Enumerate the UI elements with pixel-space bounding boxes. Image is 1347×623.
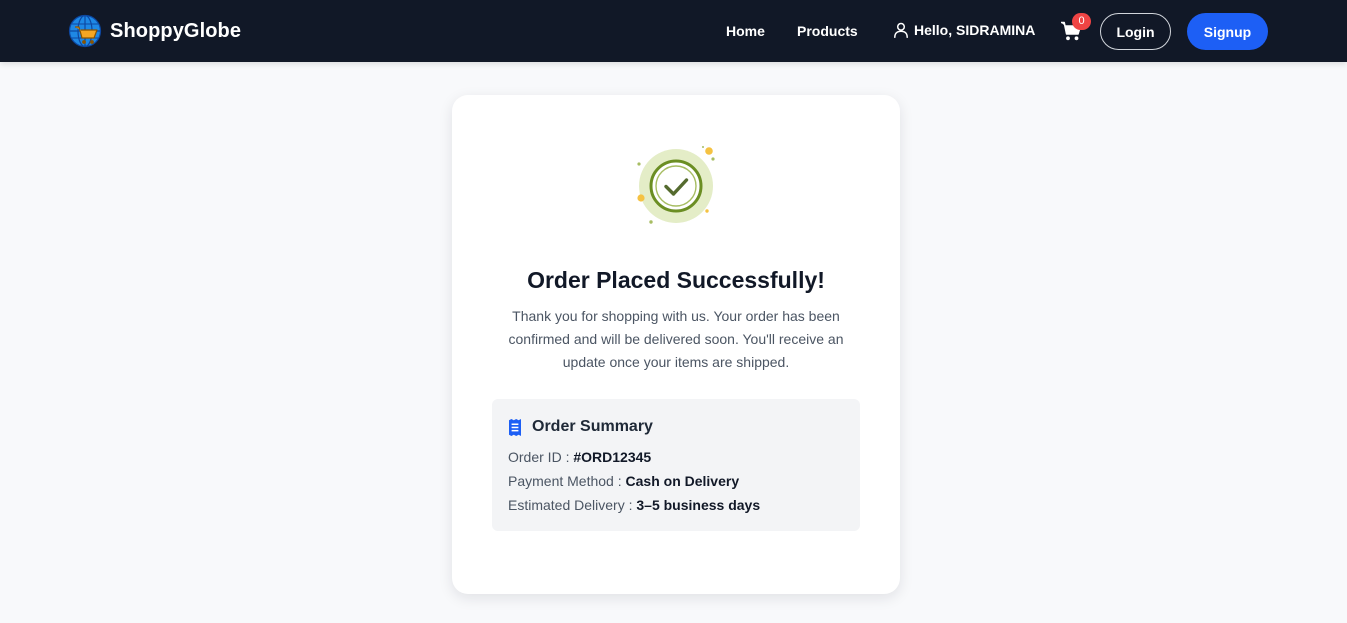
nav-home-link[interactable]: Home	[726, 22, 765, 40]
nav-products-link[interactable]: Products	[797, 22, 858, 40]
order-summary-box: Order Summary Order ID : #ORD12345 Payme…	[492, 399, 860, 531]
brand-name: ShoppyGlobe	[110, 19, 242, 42]
greeting-text: Hello, SIDRAMINA	[914, 22, 1036, 38]
estimated-delivery-value: 3–5 business days	[636, 497, 761, 513]
estimated-delivery-row: Estimated Delivery : 3–5 business days	[508, 496, 760, 514]
brand-logo-link[interactable]: ShoppyGlobe	[68, 14, 241, 48]
user-greeting: Hello, SIDRAMINA	[893, 21, 1035, 39]
signup-button[interactable]: Signup	[1187, 13, 1268, 50]
receipt-icon	[509, 418, 521, 436]
navbar: ShoppyGlobe Home Products Hello, SIDRAMI…	[0, 0, 1347, 62]
cart-count-badge: 0	[1072, 13, 1091, 30]
user-icon	[894, 22, 908, 38]
payment-method-row: Payment Method : Cash on Delivery	[508, 472, 739, 490]
estimated-delivery-label: Estimated Delivery :	[508, 497, 633, 513]
login-button[interactable]: Login	[1100, 13, 1171, 50]
check-circle-icon	[637, 146, 715, 224]
order-id-row: Order ID : #ORD12345	[508, 448, 651, 466]
order-confirmation-card: Order Placed Successfully! Thank you for…	[452, 95, 900, 594]
order-summary-header: Order Summary	[508, 417, 653, 437]
success-message: Thank you for shopping with us. Your ord…	[508, 308, 844, 370]
globe-cart-icon	[68, 14, 102, 48]
order-id-label: Order ID :	[508, 449, 570, 465]
payment-method-label: Payment Method :	[508, 473, 622, 489]
order-id-value: #ORD12345	[573, 449, 652, 465]
payment-method-value: Cash on Delivery	[625, 473, 740, 489]
cart-button[interactable]: 0	[1060, 13, 1091, 42]
order-summary-title: Order Summary	[532, 418, 653, 435]
success-title: Order Placed Successfully!	[527, 267, 825, 293]
